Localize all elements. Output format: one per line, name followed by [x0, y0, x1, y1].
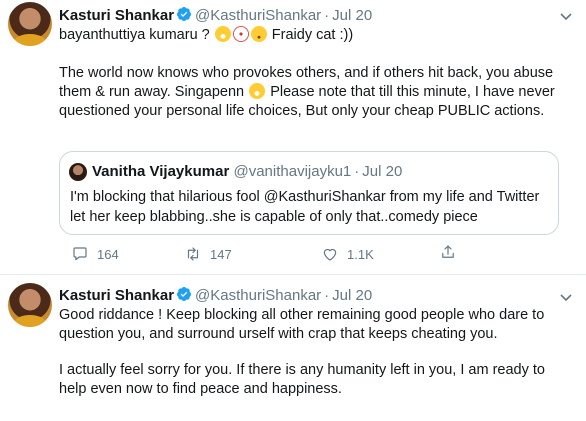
quoted-tweet-text: I'm blocking that hilarious fool @Kasthu…	[70, 189, 540, 225]
tweet-text-paragraph: I actually feel sorry for you. If there …	[59, 362, 545, 397]
chevron-down-icon[interactable]	[558, 289, 574, 305]
quoted-author-name: Vanitha Vijaykumar	[92, 163, 230, 180]
chevron-down-icon[interactable]	[558, 8, 574, 24]
share-button[interactable]	[439, 243, 457, 261]
tweet-text-line: bayanthuttiya kumaru ? Fraidy cat :))	[59, 26, 574, 45]
rolling-laughing-emoji-icon	[249, 83, 266, 99]
separator-dot: ·	[354, 163, 360, 180]
heart-icon	[323, 248, 337, 261]
retweet-icon	[187, 247, 199, 261]
tweet-actions: 164 147 1.1K	[59, 245, 454, 265]
tweet-text-part: Fraidy cat :))	[271, 27, 354, 43]
author-name[interactable]: Kasturi Shankar	[59, 287, 174, 304]
tweet-date[interactable]: Jul 20	[332, 287, 372, 304]
author-name[interactable]: Kasturi Shankar	[59, 7, 174, 24]
clown-emoji-icon	[232, 26, 249, 42]
tweet-text-part: bayanthuttiya kumaru ?	[59, 27, 210, 43]
tweet-header: Kasturi Shankar @KasthuriShankar · Jul 20	[59, 286, 372, 306]
smiling-emoji-icon	[250, 26, 267, 42]
quoted-author-avatar	[69, 163, 87, 181]
retweet-count: 147	[210, 246, 232, 262]
verified-badge-icon	[176, 286, 192, 306]
tweet-text-paragraph: Good riddance ! Keep blocking all other …	[59, 307, 545, 342]
quoted-tweet-date: Jul 20	[362, 163, 403, 180]
author-handle[interactable]: @KasthuriShankar	[195, 7, 321, 24]
reply-count: 164	[97, 246, 119, 262]
quoted-author-handle: @vanithavijayku1	[233, 163, 352, 180]
rolling-laughing-emoji-icon	[214, 26, 231, 42]
tweet[interactable]: Kasturi Shankar @KasthuriShankar · Jul 20 b…	[0, 0, 586, 275]
tweet-text-paragraph: The world now knows who provokes others,…	[59, 64, 569, 121]
retweet-button[interactable]: 147	[184, 245, 232, 263]
verified-badge-icon	[176, 6, 192, 26]
separator-dot: ·	[324, 287, 330, 304]
tweet-header: Kasturi Shankar @KasthuriShankar · Jul 20	[59, 6, 372, 26]
author-handle[interactable]: @KasthuriShankar	[195, 287, 321, 304]
separator-dot: ·	[324, 7, 330, 24]
quoted-tweet-header: Vanitha Vijaykumar @vanithavijayku1 · Jul …	[92, 163, 402, 180]
like-button[interactable]: 1.1K	[321, 245, 374, 263]
tweet[interactable]: Kasturi Shankar @KasthuriShankar · Jul 20 G…	[0, 275, 586, 421]
like-count: 1.1K	[347, 246, 374, 262]
tweet-date[interactable]: Jul 20	[332, 7, 372, 24]
reply-icon	[73, 247, 87, 261]
reply-button[interactable]: 164	[71, 245, 119, 263]
author-avatar[interactable]	[8, 283, 52, 327]
share-icon	[442, 245, 454, 258]
quoted-tweet[interactable]: Vanitha Vijaykumar @vanithavijayku1 · Jul …	[59, 151, 559, 235]
author-avatar[interactable]	[8, 2, 52, 46]
